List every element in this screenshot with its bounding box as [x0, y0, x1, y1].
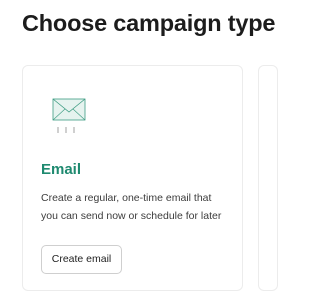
create-email-button[interactable]: Create email [41, 245, 122, 274]
card-title: Email [41, 161, 82, 178]
campaign-card-email[interactable]: Email Create a regular, one-time email t… [22, 65, 243, 291]
page-title: Choose campaign type [22, 10, 276, 36]
card-description: Create a regular, one-time email that yo… [41, 192, 222, 222]
campaign-card-next[interactable] [258, 65, 278, 291]
envelope-icon [50, 95, 92, 139]
